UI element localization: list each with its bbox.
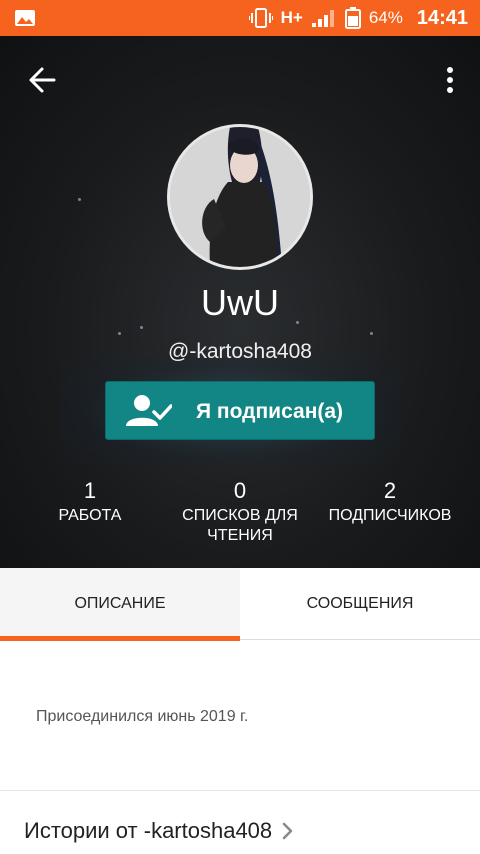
network-type: H+ (280, 8, 303, 27)
more-vert-icon (447, 67, 453, 93)
divider (0, 790, 480, 791)
clock: 14:41 (416, 6, 468, 29)
tab-label: СООБЩЕНИЯ (306, 595, 414, 612)
chevron-right-icon (282, 822, 293, 840)
active-tab-indicator (0, 636, 240, 641)
sparkle (118, 332, 121, 335)
sparkle (370, 332, 373, 335)
tab-label: ОПИСАНИЕ (74, 595, 166, 612)
stories-link[interactable]: Истории от -kartosha408 (24, 818, 294, 844)
avatar[interactable] (167, 124, 313, 270)
stat-value: 0 (233, 478, 247, 503)
back-arrow-icon (29, 67, 56, 93)
stat-label: ПОДПИСЧИКОВ (328, 507, 452, 524)
stat-works[interactable]: 1 РАБОТА (40, 476, 140, 526)
tab-bar: ОПИСАНИЕ СООБЩЕНИЯ (0, 568, 480, 641)
battery-icon (344, 7, 361, 29)
stat-label: РАБОТА (58, 507, 122, 524)
person-check-icon (126, 395, 172, 426)
stat-label: СПИСКОВ ДЛЯ ЧТЕНИЯ (182, 507, 298, 544)
stories-title: Истории от -kartosha408 (24, 818, 273, 843)
gallery-icon (15, 10, 35, 26)
stat-value: 1 (83, 478, 97, 503)
tab-description[interactable]: ОПИСАНИЕ (0, 568, 240, 641)
status-icons: H+ 64% 14:41 (248, 0, 468, 36)
more-options-button[interactable] (440, 60, 460, 100)
battery-percent: 64% (368, 8, 403, 27)
vibrate-icon (248, 8, 273, 28)
tab-messages[interactable]: СООБЩЕНИЯ (240, 568, 480, 640)
following-button[interactable]: Я подписан(а) (105, 381, 375, 440)
back-button[interactable] (22, 60, 62, 100)
status-bar: H+ 64% 14:41 (0, 0, 480, 36)
sparkle (78, 198, 81, 201)
joined-date: Присоединился июнь 2019 г. (36, 708, 249, 725)
signal-icon (311, 10, 334, 27)
stat-value: 2 (383, 478, 397, 503)
sparkle (140, 326, 143, 329)
display-name: UwU (201, 282, 279, 323)
profile-header: UwU @-kartosha408 Я подписан(а) 1 РАБОТА… (0, 36, 480, 568)
stat-followers[interactable]: 2 ПОДПИСЧИКОВ (320, 476, 460, 526)
following-label: Я подписан(а) (196, 400, 344, 423)
username: @-kartosha408 (168, 340, 312, 363)
stat-reading-lists[interactable]: 0 СПИСКОВ ДЛЯ ЧТЕНИЯ (170, 476, 310, 546)
avatar-image (170, 127, 310, 267)
